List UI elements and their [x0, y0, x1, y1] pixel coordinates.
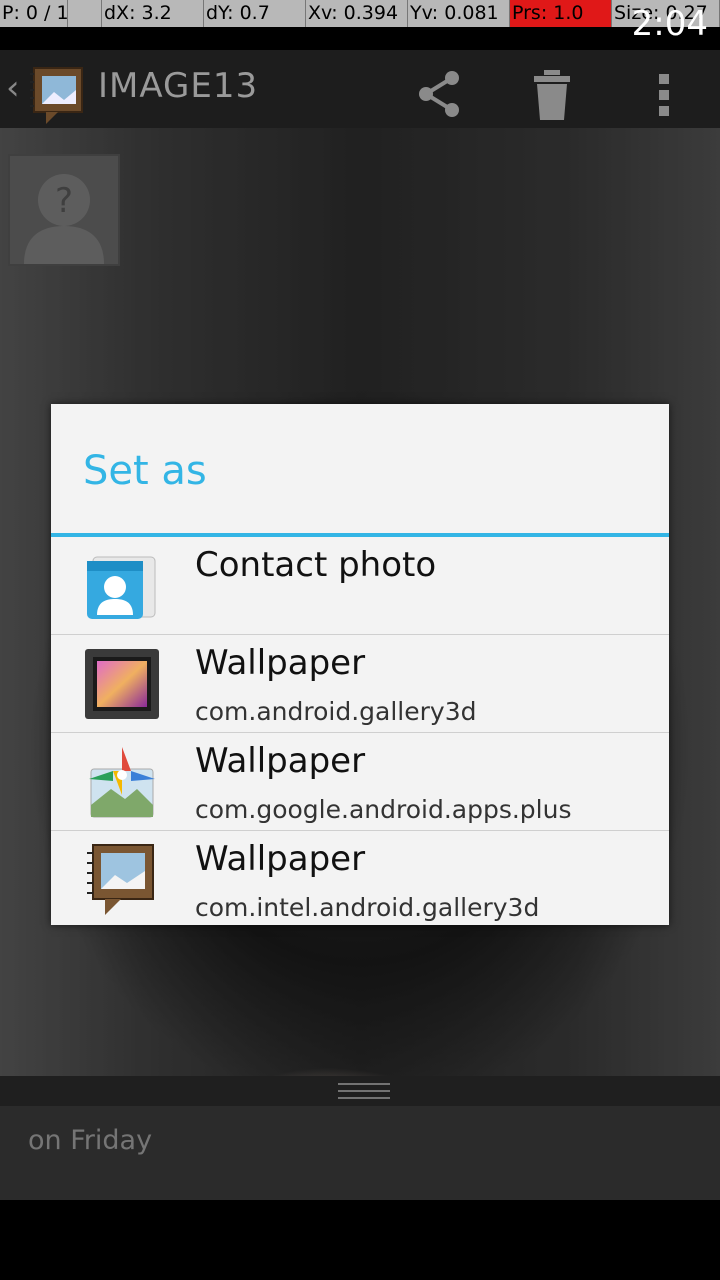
- option-label: Wallpaper: [195, 741, 366, 781]
- google-photos-icon: [85, 745, 159, 819]
- action-bar: ‹ IMAGE13: [0, 50, 720, 128]
- option-label: Contact photo: [195, 545, 437, 585]
- option-label: Wallpaper: [195, 839, 366, 879]
- debug-pressure: Prs: 1.0: [510, 0, 612, 27]
- debug-xv: Xv: 0.394: [306, 0, 408, 27]
- contacts-icon: [85, 549, 159, 623]
- option-package: com.google.android.apps.plus: [195, 795, 572, 824]
- share-icon[interactable]: [416, 70, 464, 122]
- debug-dy: dY: 0.7: [204, 0, 306, 27]
- pointer-location-overlay: P: 0 / 1 dX: 3.2 dY: 0.7 Xv: 0.394 Yv: 0…: [0, 0, 720, 27]
- debug-blank: [68, 0, 102, 27]
- option-contact-photo[interactable]: Contact photo: [51, 537, 669, 635]
- gallery-app-icon[interactable]: [30, 64, 86, 130]
- option-wallpaper-google-plus[interactable]: Wallpaper com.google.android.apps.plus: [51, 733, 669, 831]
- option-wallpaper-gallery3d[interactable]: Wallpaper com.android.gallery3d: [51, 635, 669, 733]
- dialog-title: Set as: [83, 448, 207, 494]
- debug-yv: Yv: 0.081: [408, 0, 510, 27]
- back-chevron-icon[interactable]: ‹: [6, 68, 20, 108]
- option-label: Wallpaper: [195, 643, 366, 683]
- overflow-menu-icon[interactable]: [656, 70, 672, 122]
- set-as-dialog: Set as Contact photo Wallpaper com.andro: [51, 404, 669, 925]
- option-wallpaper-intel-gallery3d[interactable]: Wallpaper com.intel.android.gallery3d: [51, 831, 669, 929]
- intel-gallery-icon: [85, 843, 159, 917]
- trash-icon[interactable]: [532, 70, 572, 124]
- page-title: IMAGE13: [98, 66, 259, 106]
- option-package: com.intel.android.gallery3d: [195, 893, 540, 922]
- debug-dx: dX: 3.2: [102, 0, 204, 27]
- gallery-wallpaper-icon: [85, 647, 159, 721]
- debug-pointer: P: 0 / 1: [0, 0, 68, 27]
- option-package: com.android.gallery3d: [195, 697, 477, 726]
- debug-size: Size: 0.27: [612, 0, 720, 27]
